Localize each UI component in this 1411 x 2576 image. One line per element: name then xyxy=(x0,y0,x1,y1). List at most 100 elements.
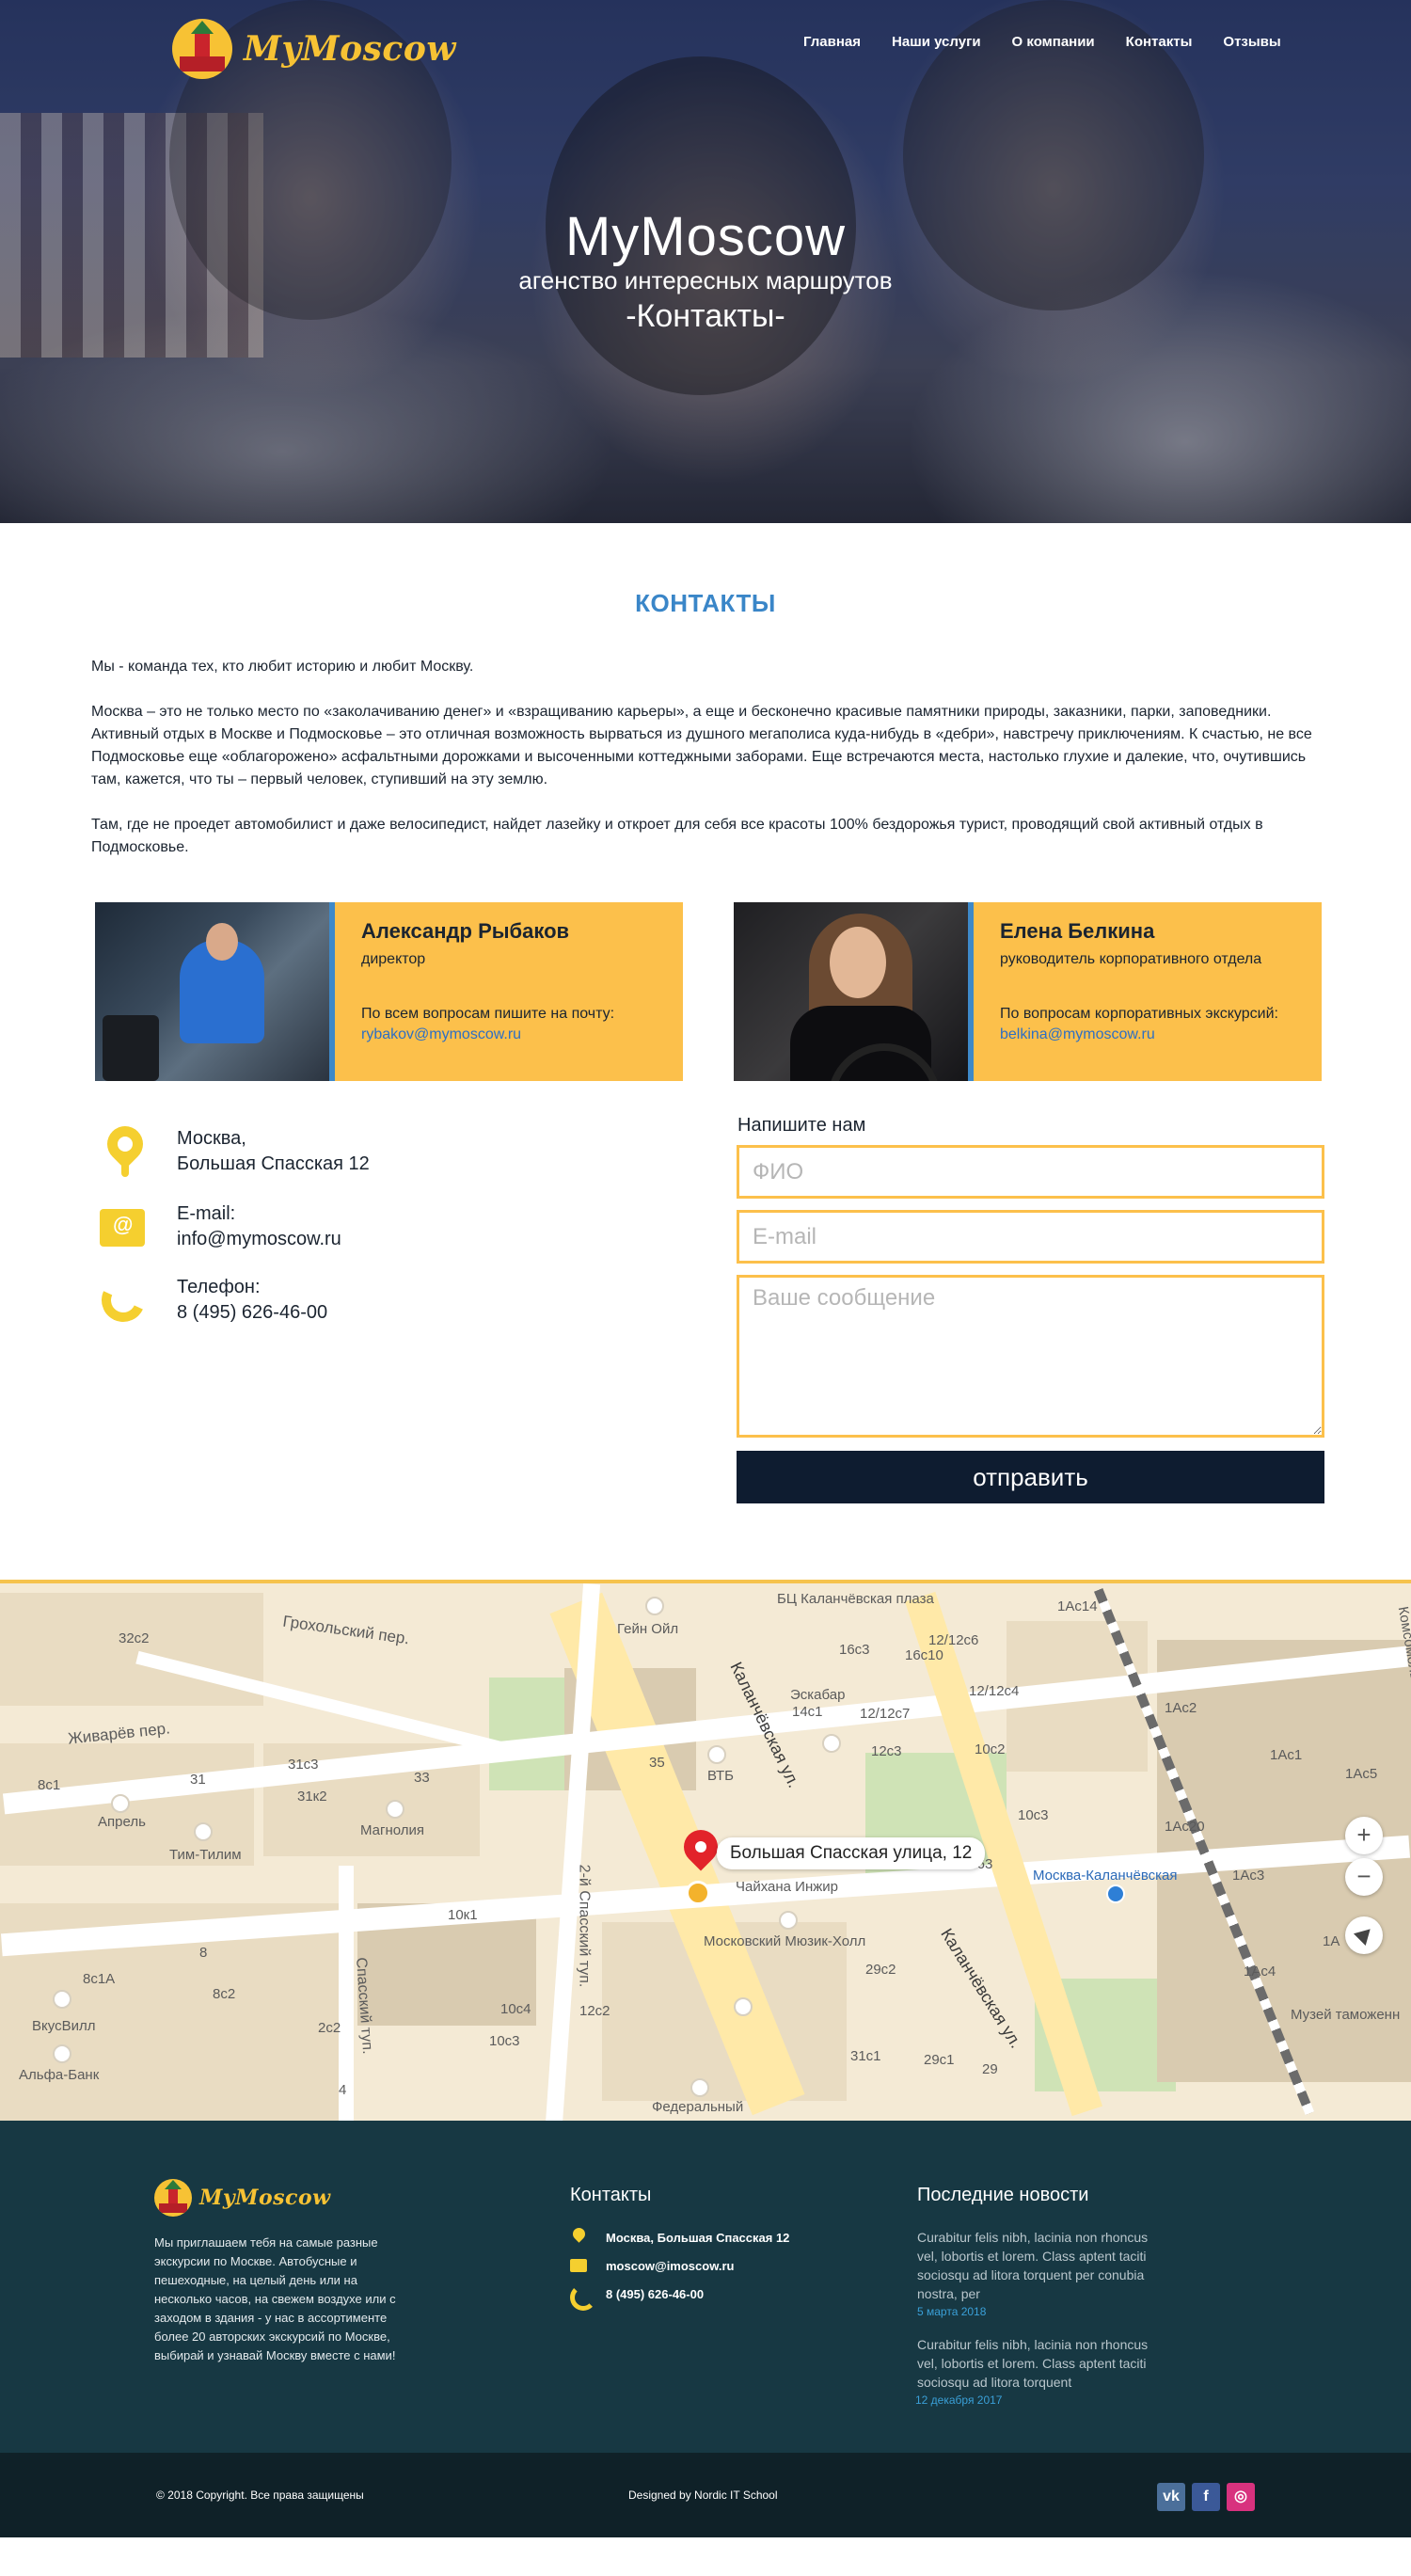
map-building-number: 29с2 xyxy=(865,1962,896,1978)
map-building-number: 12/12с6 xyxy=(928,1632,979,1648)
phone-icon xyxy=(570,2284,596,2311)
train-station-icon[interactable] xyxy=(1106,1884,1125,1903)
logo-text: MyMoscow xyxy=(244,29,456,69)
map-poi-label: БЦ Каланчёвская плаза xyxy=(777,1591,934,1607)
hero-banner: MyMoscow Главная Наши услуги О компании … xyxy=(0,0,1411,523)
hero-text: MyMoscow агенство интересных маршрутов -… xyxy=(0,209,1411,335)
news-item-text[interactable]: Curabitur felis nibh, lacinia non rhoncu… xyxy=(917,2335,1152,2392)
facebook-icon[interactable]: f xyxy=(1192,2483,1220,2511)
map-building-number: 8с1А xyxy=(83,1971,116,1987)
zoom-in-button[interactable]: + xyxy=(1345,1817,1383,1854)
name-field[interactable] xyxy=(737,1145,1324,1199)
nav-about[interactable]: О компании xyxy=(1012,34,1095,50)
map-block xyxy=(0,1593,263,1706)
map-building-number: 10с2 xyxy=(975,1741,1006,1757)
submit-button[interactable]: отправить xyxy=(737,1451,1324,1503)
music-hall-icon[interactable] xyxy=(779,1911,798,1930)
restaurant-icon[interactable] xyxy=(111,1794,130,1813)
team-member-email-link[interactable]: belkina@mymoscow.ru xyxy=(1000,1026,1278,1043)
map-poi-label: Альфа-Банк xyxy=(19,2067,100,2083)
copyright-text: © 2018 Copyright. Все права защищены xyxy=(156,2489,364,2502)
footer-logo[interactable]: MyMoscow xyxy=(154,2179,331,2217)
map-building-number: 8 xyxy=(199,1945,208,1961)
map-building-number: 8с1 xyxy=(38,1777,61,1793)
phone-value[interactable]: 8 (495) 626-46-00 xyxy=(177,1300,327,1326)
hospital-icon[interactable] xyxy=(734,1997,753,2016)
nav-contacts[interactable]: Контакты xyxy=(1126,34,1193,50)
director-photo xyxy=(95,902,335,1081)
map-poi-label: ВТБ xyxy=(707,1768,735,1784)
map-building-number: 33 xyxy=(414,1770,430,1786)
map-street-label: Грохольский пер. xyxy=(281,1612,411,1648)
team-member-name: Александр Рыбаков xyxy=(361,919,570,943)
news-item-text[interactable]: Curabitur felis nibh, lacinia non rhoncu… xyxy=(917,2228,1152,2303)
footer-bottom-bar: © 2018 Copyright. Все права защищены Des… xyxy=(0,2453,1411,2537)
nav-home[interactable]: Главная xyxy=(803,34,861,50)
map-building-number: 1Ас1 xyxy=(1270,1747,1303,1763)
map-poi-label: Музей таможенн xyxy=(1291,2007,1401,2023)
map-building-number: 31к2 xyxy=(297,1789,327,1805)
designed-by-text: Designed by Nordic IT School xyxy=(628,2489,778,2502)
nav-services[interactable]: Наши услуги xyxy=(892,34,981,50)
about-paragraph: Там, где не проедет автомобилист и даже … xyxy=(91,817,1263,855)
map-poi-label: Чайхана Инжир xyxy=(736,1879,839,1895)
email-field[interactable] xyxy=(737,1210,1324,1264)
email-block: E-mail: info@mymoscow.ru xyxy=(100,1201,341,1258)
bank-icon[interactable] xyxy=(53,2044,71,2063)
footer-address-text: Москва, Большая Спасская 12 xyxy=(606,2230,790,2245)
vk-icon[interactable]: vk xyxy=(1157,2483,1185,2511)
map-building-number: 1Ас14 xyxy=(1057,1598,1098,1614)
team-member-role: директор xyxy=(361,951,426,967)
team-section: Александр Рыбаков директор По всем вопро… xyxy=(0,902,1411,1090)
map-building-number: 12/12с7 xyxy=(860,1706,911,1722)
zoom-out-button[interactable]: − xyxy=(1345,1858,1383,1896)
map-street-label: 2-й Спасский туп. xyxy=(576,1864,593,1988)
cafe-icon[interactable] xyxy=(822,1734,841,1753)
map[interactable]: Грохольский пер. Живарёв пер. Каланчёвск… xyxy=(0,1580,1411,2121)
map-building-number: 1Ас3 xyxy=(1232,1868,1265,1884)
cafe-icon[interactable] xyxy=(386,1800,404,1819)
map-building-number: 10с3 xyxy=(489,2033,520,2049)
map-building-number: 12с2 xyxy=(579,2003,610,2019)
footer-email-text[interactable]: moscow@imoscow.ru xyxy=(606,2259,734,2273)
map-building-number: 29 xyxy=(982,2061,998,2077)
map-building-number: 31 xyxy=(190,1772,206,1788)
map-building-number: 32с2 xyxy=(119,1630,150,1646)
footer: MyMoscow Мы приглашаем тебя на самые раз… xyxy=(0,2121,1411,2453)
site-logo[interactable]: MyMoscow xyxy=(172,19,456,79)
map-poi-label: Апрель xyxy=(98,1814,146,1830)
instagram-icon[interactable]: ◎ xyxy=(1227,2483,1255,2511)
team-member-email-link[interactable]: rybakov@mymoscow.ru xyxy=(361,1026,614,1043)
location-pin-icon xyxy=(100,1119,151,1183)
location-pin-icon xyxy=(570,2228,589,2247)
email-icon xyxy=(100,1201,149,1258)
shop-icon[interactable] xyxy=(194,1822,213,1841)
gas-station-icon[interactable] xyxy=(645,1597,664,1615)
address-line-city: Москва, xyxy=(177,1128,246,1149)
main-menu: Главная Наши услуги О компании Контакты … xyxy=(803,34,1312,50)
team-member-note: По всем вопросам пишите на почту: xyxy=(361,1006,615,1022)
map-building-number: 1Ас20 xyxy=(1165,1819,1205,1835)
map-building-number: 12/12с4 xyxy=(969,1683,1020,1699)
about-paragraph: Мы - команда тех, кто любит историю и лю… xyxy=(91,659,474,675)
hospital-icon[interactable] xyxy=(690,2078,709,2097)
bank-icon[interactable] xyxy=(707,1745,726,1764)
nav-reviews[interactable]: Отзывы xyxy=(1223,34,1280,50)
email-icon xyxy=(570,2256,589,2275)
map-building-number: 2с2 xyxy=(318,2020,341,2036)
map-location-dot-icon xyxy=(686,1881,710,1905)
section-title: КОНТАКТЫ xyxy=(635,589,776,617)
hero-title: MyMoscow xyxy=(564,206,847,267)
message-field[interactable] xyxy=(737,1275,1324,1438)
map-pin-tooltip[interactable]: Большая Спасская улица, 12 xyxy=(717,1837,986,1869)
footer-about-text: Мы приглашаем тебя на самые разные экску… xyxy=(154,2235,396,2362)
map-poi-label: Эскабар xyxy=(790,1687,846,1703)
grocery-icon[interactable] xyxy=(53,1990,71,2009)
map-building-number: 12с3 xyxy=(871,1743,902,1759)
kremlin-logo-icon xyxy=(172,19,232,79)
footer-phone-text[interactable]: 8 (495) 626-46-00 xyxy=(606,2287,704,2301)
email-value[interactable]: info@mymoscow.ru xyxy=(177,1227,341,1252)
about-paragraph: Москва – это не только место по «заколач… xyxy=(91,704,1312,787)
geolocation-icon[interactable] xyxy=(1345,1916,1383,1954)
kremlin-logo-icon xyxy=(154,2179,192,2217)
